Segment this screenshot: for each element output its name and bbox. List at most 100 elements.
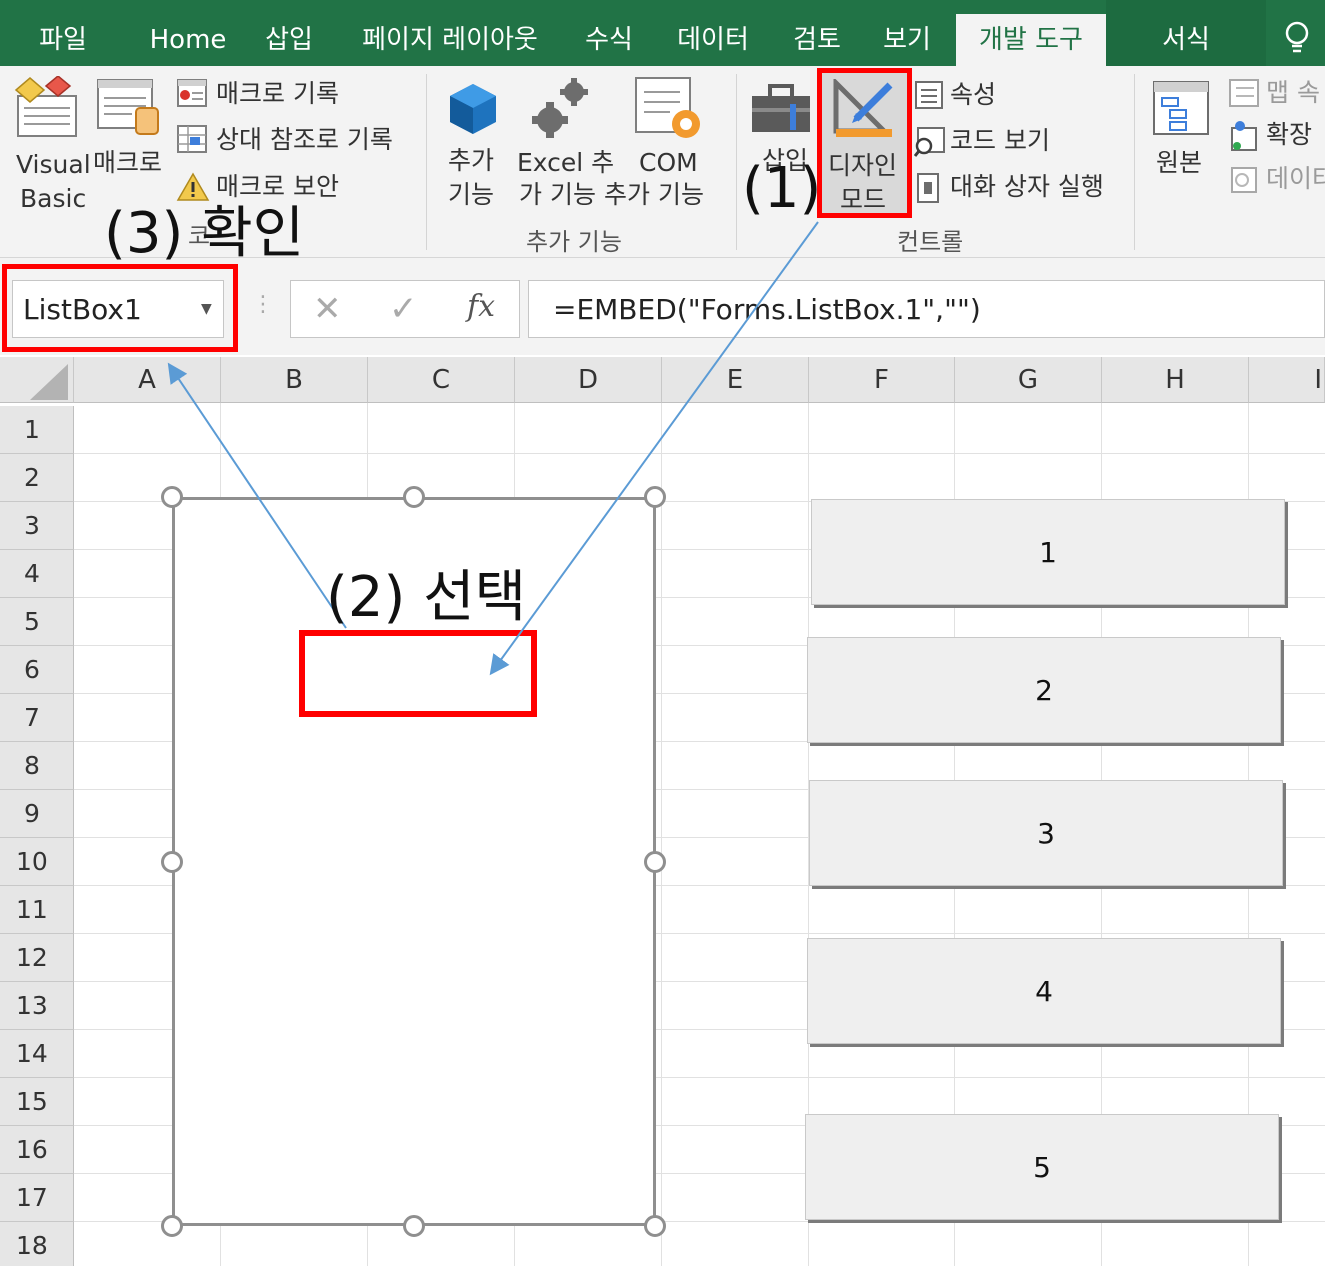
row-header-2[interactable]: 2 <box>0 454 74 502</box>
row-header-7[interactable]: 7 <box>0 694 74 742</box>
selection-highlight <box>299 630 537 717</box>
row-header-15[interactable]: 15 <box>0 1078 74 1126</box>
column-header-i[interactable]: I <box>1249 357 1325 403</box>
design-mode-label-1: 디자인 <box>828 151 898 180</box>
tab-formulas[interactable]: 수식 <box>574 0 644 66</box>
column-header-h[interactable]: H <box>1102 357 1249 403</box>
design-mode-button[interactable]: 디자인 모드 <box>817 68 912 218</box>
warning-icon <box>176 172 210 201</box>
row-header-12[interactable]: 12 <box>0 934 74 982</box>
tab-developer[interactable]: 개발 도구 <box>956 14 1106 66</box>
tab-review[interactable]: 검토 <box>782 0 852 66</box>
column-header-f[interactable]: F <box>809 357 955 403</box>
row-header-5[interactable]: 5 <box>0 598 74 646</box>
gridline <box>74 453 1325 454</box>
command-button-1[interactable]: 1 <box>811 499 1285 605</box>
annotation-step-3: (3) 확인 <box>104 201 305 266</box>
resize-handle-top[interactable] <box>403 486 425 508</box>
row-header-10[interactable]: 10 <box>0 838 74 886</box>
design-mode-label-2: 모드 <box>840 185 887 214</box>
enter-check-icon[interactable]: ✓ <box>389 289 418 329</box>
macros-label: 매크로 <box>93 148 163 177</box>
tab-page-layout[interactable]: 페이지 레이아웃 <box>345 0 555 66</box>
map-properties-icon <box>1229 79 1259 107</box>
resize-handle-bottom-right[interactable] <box>644 1215 666 1237</box>
row-header-16[interactable]: 16 <box>0 1126 74 1174</box>
formula-input[interactable]: =EMBED("Forms.ListBox.1","") <box>528 280 1325 338</box>
macros-icon <box>97 79 159 135</box>
command-button-2[interactable]: 2 <box>807 637 1281 743</box>
visual-basic-label-1: Visual <box>16 150 91 179</box>
ribbon-tab-bar: 파일 Home 삽입 페이지 레이아웃 수식 데이터 검토 보기 개발 도구 서… <box>0 0 1325 66</box>
macro-security-label: 매크로 보안 <box>216 172 339 201</box>
xml-source-icon <box>1153 81 1209 135</box>
resize-handle-top-right[interactable] <box>644 486 666 508</box>
toolbox-icon <box>752 84 810 132</box>
row-header-11[interactable]: 11 <box>0 886 74 934</box>
row-header-1[interactable]: 1 <box>0 406 74 454</box>
select-all-triangle-icon <box>30 364 68 400</box>
insert-function-icon[interactable]: fx <box>467 289 495 324</box>
gear-icon <box>532 78 588 138</box>
column-header-d[interactable]: D <box>515 357 662 403</box>
addins-cube-icon <box>450 84 496 134</box>
row-header-8[interactable]: 8 <box>0 742 74 790</box>
group-separator <box>736 74 737 250</box>
com-addins-label-1: COM <box>639 148 698 177</box>
tab-format[interactable]: 서식 <box>1106 0 1266 66</box>
command-button-4[interactable]: 4 <box>807 938 1281 1044</box>
controls-group-label: 컨트롤 <box>897 228 964 256</box>
row-header-6[interactable]: 6 <box>0 646 74 694</box>
formula-buttons: ✕ ✓ fx <box>290 280 520 338</box>
resize-handle-right[interactable] <box>644 851 666 873</box>
excel-addins-label-1: Excel 추 <box>517 148 615 177</box>
group-separator <box>1134 74 1135 250</box>
row-header-13[interactable]: 13 <box>0 982 74 1030</box>
lightbulb-icon[interactable] <box>1282 20 1312 56</box>
map-properties-label: 맵 속 <box>1266 78 1320 107</box>
command-button-3[interactable]: 3 <box>809 780 1283 886</box>
row-header-9[interactable]: 9 <box>0 790 74 838</box>
row-header-17[interactable]: 17 <box>0 1174 74 1222</box>
view-code-icon <box>914 127 945 157</box>
annotation-step-1: (1) <box>742 156 822 221</box>
column-header-a[interactable]: A <box>74 357 221 403</box>
refresh-data-label: 데이터 <box>1266 164 1325 193</box>
tab-file[interactable]: 파일 <box>18 0 108 66</box>
addins-label-1: 추가 <box>448 146 495 175</box>
tab-view[interactable]: 보기 <box>872 0 942 66</box>
column-header-b[interactable]: B <box>221 357 368 403</box>
formula-text: =EMBED("Forms.ListBox.1","") <box>553 293 981 326</box>
resize-handle-top-left[interactable] <box>161 486 183 508</box>
refresh-data-icon <box>1231 167 1257 193</box>
xml-source-label: 원본 <box>1156 148 1203 177</box>
visual-basic-icon <box>14 76 77 137</box>
resize-handle-left[interactable] <box>161 851 183 873</box>
row-header-3[interactable]: 3 <box>0 502 74 550</box>
record-macro-icon <box>177 79 207 107</box>
excel-addins-label-2: 가 기능 <box>519 180 596 209</box>
row-header-14[interactable]: 14 <box>0 1030 74 1078</box>
run-dialog-icon <box>917 173 939 203</box>
record-macro-label: 매크로 기록 <box>216 79 339 108</box>
relative-reference-label: 상대 참조로 기록 <box>216 125 393 154</box>
properties-icon <box>915 81 943 109</box>
visual-basic-label-2: Basic <box>20 184 87 213</box>
expansion-packs-icon <box>1231 121 1257 151</box>
resize-handle-bottom-left[interactable] <box>161 1215 183 1237</box>
column-header-e[interactable]: E <box>662 357 809 403</box>
command-button-5[interactable]: 5 <box>805 1114 1279 1220</box>
name-box-highlight <box>2 264 238 352</box>
row-header-4[interactable]: 4 <box>0 550 74 598</box>
cancel-icon[interactable]: ✕ <box>313 289 342 329</box>
row-header-18[interactable]: 18 <box>0 1222 74 1266</box>
view-code-label: 코드 보기 <box>950 126 1050 155</box>
resize-handle-bottom[interactable] <box>403 1215 425 1237</box>
column-header-g[interactable]: G <box>955 357 1102 403</box>
formula-bar-splitter[interactable]: ⋮ <box>252 292 274 317</box>
tab-data[interactable]: 데이터 <box>664 0 762 66</box>
tab-insert[interactable]: 삽입 <box>252 0 326 66</box>
addins-group-label: 추가 기능 <box>526 228 622 256</box>
column-header-c[interactable]: C <box>368 357 515 403</box>
tab-home[interactable]: Home <box>140 0 236 66</box>
